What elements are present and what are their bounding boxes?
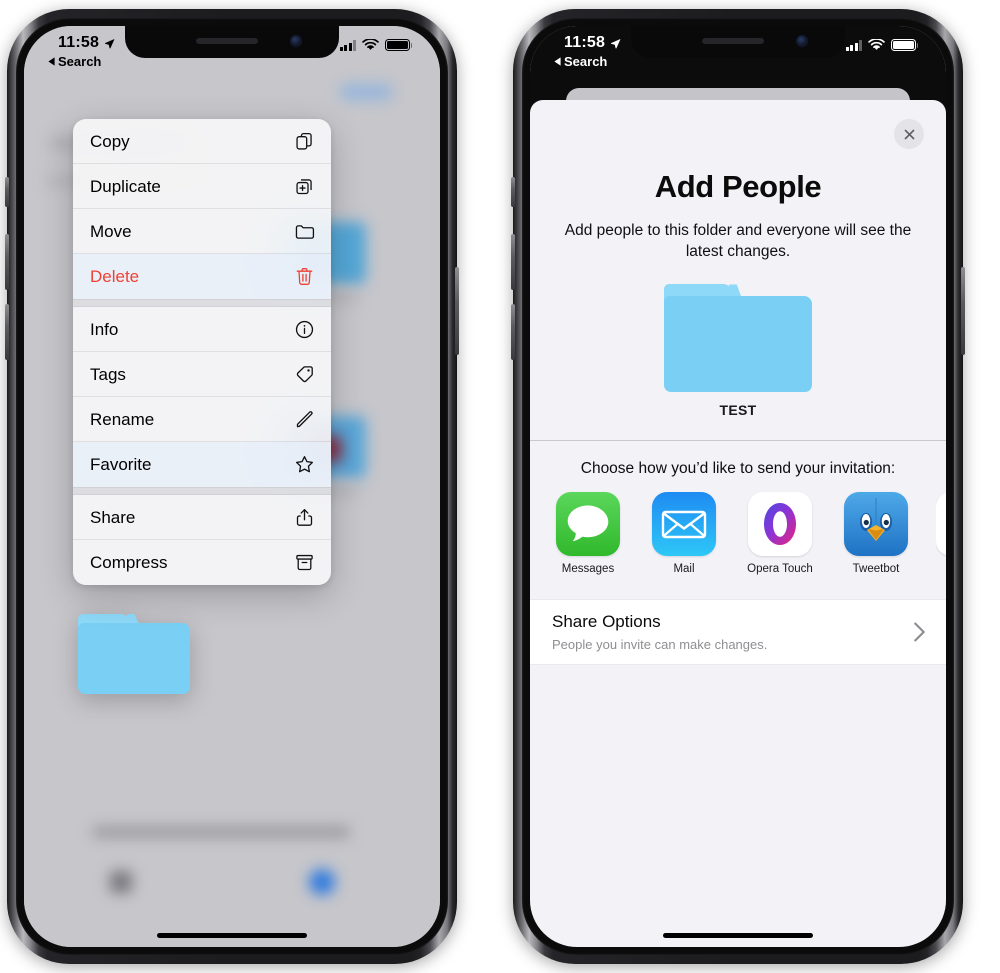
context-menu-item-label: Favorite [90, 454, 152, 474]
share-target-skype[interactable]: S [936, 491, 946, 575]
context-menu-item-tags[interactable]: Tags [73, 352, 331, 397]
right-phone-screen: Add People Add people to this folder and… [530, 26, 946, 947]
page-subtitle: Add people to this folder and everyone w… [564, 222, 912, 261]
selected-folder-icon[interactable] [78, 614, 190, 694]
earpiece-speaker [196, 38, 259, 44]
bg-blurred-toolbar-icon [110, 871, 132, 893]
context-menu-item-label: Share [90, 507, 136, 527]
right-iphone-device: Add People Add people to this folder and… [511, 9, 965, 964]
screenshot-stage: Copy Duplicate Move Delete Info Tags Ren… [0, 0, 1000, 973]
volume-up-button[interactable] [511, 234, 515, 290]
page-title: Add People [654, 169, 822, 204]
context-menu-item-label: Compress [90, 552, 168, 572]
bg-blurred-select-button [340, 84, 392, 100]
chevron-right-icon [913, 621, 926, 642]
volume-up-button[interactable] [5, 234, 9, 290]
context-menu-item-label: Copy [90, 131, 130, 151]
tag-icon [293, 363, 316, 386]
share-options-title: Share Options [552, 611, 661, 631]
context-menu-item-favorite[interactable]: Favorite [73, 442, 331, 487]
mute-switch[interactable] [5, 177, 9, 207]
duplicate-icon [293, 175, 316, 198]
home-indicator[interactable] [157, 933, 307, 938]
share-target-label: Mail [673, 562, 695, 575]
mail-app-icon [652, 491, 716, 556]
star-icon [293, 453, 316, 476]
share-target-label: Tweetbot [852, 562, 900, 575]
skype-app-icon [936, 491, 946, 556]
folder-body-shape [78, 622, 190, 694]
home-indicator[interactable] [663, 933, 813, 938]
share-icon [293, 506, 316, 529]
left-phone-screen: Copy Duplicate Move Delete Info Tags Ren… [24, 26, 440, 947]
close-button[interactable] [894, 119, 924, 149]
folder-icon [664, 284, 812, 393]
context-menu-item-label: Rename [90, 409, 155, 429]
share-options-subtitle: People you invite can make changes. [552, 636, 768, 652]
share-target-label: S [936, 563, 946, 575]
context-menu-item-copy[interactable]: Copy [73, 119, 331, 164]
context-menu-item-share[interactable]: Share [73, 495, 331, 540]
messages-app-icon [556, 491, 620, 556]
shared-folder-block: TEST [664, 284, 812, 418]
context-menu-item-label: Delete [90, 266, 140, 286]
folder-icon [293, 220, 316, 243]
right-phone-bezel: Add People Add people to this folder and… [522, 18, 954, 955]
context-menu-item-label: Duplicate [90, 176, 161, 196]
context-menu-item-move[interactable]: Move [73, 209, 331, 254]
share-target-opera-touch[interactable]: Opera Touch [744, 491, 816, 575]
bg-blurred-status-text [92, 826, 350, 838]
choose-method-label: Choose how you’d like to send your invit… [580, 459, 896, 477]
tweetbot-app-icon [844, 491, 908, 556]
copy-icon [293, 130, 316, 153]
trash-icon [293, 265, 316, 288]
volume-down-button[interactable] [5, 304, 9, 360]
pencil-icon [293, 408, 316, 431]
power-button[interactable] [455, 267, 459, 355]
right-notch [631, 26, 845, 58]
share-target-mail[interactable]: Mail [648, 491, 720, 575]
context-menu-item-delete[interactable]: Delete [73, 254, 331, 299]
share-target-label: Opera Touch [747, 562, 813, 575]
power-button[interactable] [961, 267, 965, 355]
mute-switch[interactable] [511, 177, 515, 207]
context-menu-item-label: Move [90, 221, 132, 241]
share-options-row[interactable]: Share Options People you invite can make… [530, 598, 946, 665]
context-menu-group-divider [73, 487, 331, 495]
left-phone-bezel: Copy Duplicate Move Delete Info Tags Ren… [16, 18, 448, 955]
front-camera [797, 36, 807, 46]
opera-touch-app-icon [748, 491, 812, 556]
section-divider [530, 440, 946, 441]
add-people-sheet: Add People Add people to this folder and… [530, 100, 946, 947]
context-menu-item-compress[interactable]: Compress [73, 540, 331, 585]
context-menu-item-label: Tags [90, 364, 126, 384]
share-sheet-root: Add People Add people to this folder and… [530, 26, 946, 947]
volume-down-button[interactable] [511, 304, 515, 360]
earpiece-speaker [702, 38, 765, 44]
context-menu-item-rename[interactable]: Rename [73, 397, 331, 442]
context-menu-item-label: Info [90, 319, 119, 339]
left-notch [125, 26, 339, 58]
context-menu-item-info[interactable]: Info [73, 307, 331, 352]
context-menu-group-divider [73, 299, 331, 307]
folder-name-label: TEST [719, 402, 757, 419]
left-iphone-device: Copy Duplicate Move Delete Info Tags Ren… [5, 9, 459, 964]
context-menu-item-duplicate[interactable]: Duplicate [73, 164, 331, 209]
folder-body-shape [664, 296, 812, 393]
share-targets-row[interactable]: Messages Mail Opera Touch Tweetbot [530, 478, 946, 575]
context-menu[interactable]: Copy Duplicate Move Delete Info Tags Ren… [73, 119, 331, 585]
bg-blurred-add-button [309, 869, 335, 895]
info-icon [293, 318, 316, 341]
front-camera [291, 36, 301, 46]
close-icon [904, 129, 914, 139]
share-target-tweetbot[interactable]: Tweetbot [840, 491, 912, 575]
share-target-messages[interactable]: Messages [552, 491, 624, 575]
share-target-label: Messages [561, 562, 615, 575]
archive-icon [293, 551, 316, 574]
